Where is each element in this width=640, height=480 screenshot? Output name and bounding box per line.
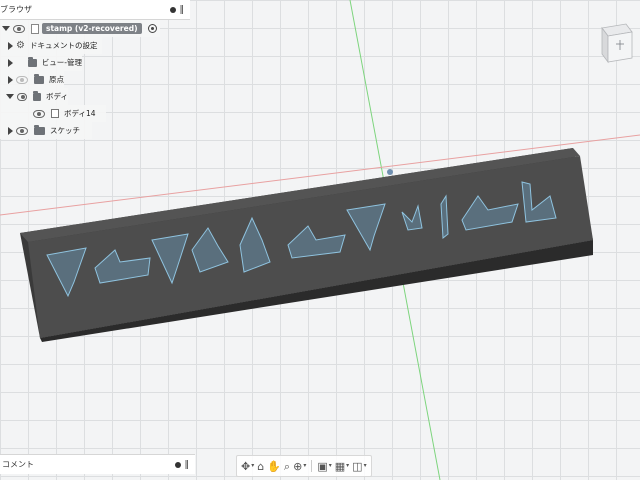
pan-icon[interactable]: ✋ <box>267 461 281 472</box>
look-at-icon[interactable]: ⌂ <box>257 461 264 472</box>
browser-root-label: stamp (v2-recovered) <box>42 23 142 34</box>
browser-item-label: ビュー-管理 <box>41 58 82 67</box>
browser-item-bodies[interactable]: ボディ <box>0 88 68 105</box>
panel-pin-icon[interactable] <box>169 6 176 13</box>
folder-icon <box>32 90 42 101</box>
viewcube[interactable] <box>598 22 634 68</box>
navigation-toolbar: ✥ ▾ ⌂ ✋ ⌕ ⊕ ▾ ▣ ▾ ▦ ▾ ◫ ▾ <box>236 455 372 477</box>
toolbar-divider <box>311 460 313 472</box>
comments-add-icon[interactable] <box>174 461 181 468</box>
folder-icon <box>33 73 44 84</box>
zoom-icon[interactable]: ⌕ <box>284 461 290 472</box>
expand-toggle-icon[interactable] <box>8 126 13 135</box>
visibility-eye-icon[interactable] <box>16 126 28 135</box>
expand-toggle-icon[interactable] <box>6 94 14 99</box>
expand-toggle-icon[interactable] <box>8 58 13 67</box>
body-icon <box>51 109 59 118</box>
folder-icon <box>28 56 37 67</box>
visibility-eye-icon[interactable] <box>17 92 27 101</box>
expand-toggle-icon[interactable] <box>2 26 10 31</box>
gear-icon: ⚙ <box>16 39 25 51</box>
viewports-icon[interactable]: ◫ ▾ <box>352 461 366 472</box>
browser-root-row[interactable]: stamp (v2-recovered) <box>0 20 160 37</box>
orbit-icon[interactable]: ✥ ▾ <box>241 461 254 472</box>
browser-item-named-views[interactable]: ビュー-管理 <box>0 54 82 71</box>
browser-item-origin[interactable]: 原点 <box>0 71 64 88</box>
browser-item-document-settings[interactable]: ⚙ ドキュメントの設定 <box>0 37 102 54</box>
grid-settings-icon[interactable]: ▦ ▾ <box>335 461 349 472</box>
visibility-eye-icon[interactable] <box>16 75 28 84</box>
zoom-window-icon[interactable]: ⊕ ▾ <box>293 461 306 472</box>
browser-panel: ブラウザ ‖ stamp (v2-recovered) ⚙ ドキュメントの設定 … <box>0 0 195 139</box>
browser-item-body14[interactable]: ボディ14 <box>0 105 106 122</box>
browser-item-label: 原点 <box>49 75 64 84</box>
panel-collapse-icon[interactable]: ‖ <box>180 5 185 15</box>
browser-header: ブラウザ ‖ <box>0 0 190 20</box>
activate-target-icon[interactable] <box>147 24 157 33</box>
document-icon <box>31 23 39 34</box>
origin-marker <box>387 169 393 175</box>
expand-toggle-icon[interactable] <box>8 41 13 50</box>
visibility-eye-icon[interactable] <box>13 24 25 33</box>
browser-item-label: ボディ14 <box>64 109 96 118</box>
browser-item-label: スケッチ <box>50 126 80 135</box>
browser-item-label: ドキュメントの設定 <box>29 41 98 50</box>
browser-title: ブラウザ <box>0 5 32 14</box>
display-settings-icon[interactable]: ▣ ▾ <box>317 461 331 472</box>
comments-panel[interactable]: コメント ‖ <box>0 454 195 474</box>
visibility-eye-icon[interactable] <box>33 109 45 118</box>
browser-item-sketches[interactable]: スケッチ <box>0 122 92 139</box>
expand-toggle-icon[interactable] <box>8 75 13 84</box>
browser-item-label: ボディ <box>46 92 68 101</box>
comments-title: コメント <box>2 460 34 469</box>
panel-collapse-icon[interactable]: ‖ <box>185 460 190 470</box>
folder-icon <box>34 124 45 135</box>
